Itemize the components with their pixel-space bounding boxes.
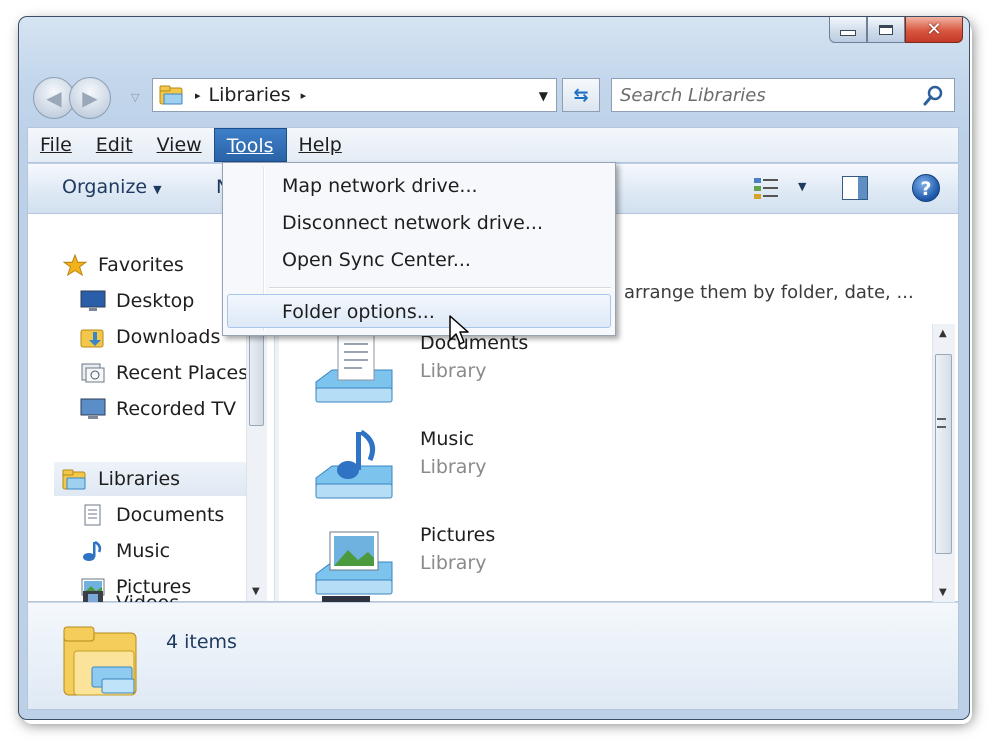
details-pane: 4 items	[27, 602, 959, 710]
forward-button[interactable]: ▶	[69, 77, 111, 119]
maximize-button[interactable]	[867, 17, 905, 43]
music-library-icon	[315, 429, 393, 499]
library-type: Library	[420, 552, 487, 574]
library-item-music[interactable]: Music Library	[312, 420, 712, 510]
menu-item-label: Disconnect network drive...	[282, 212, 543, 234]
change-view-icon[interactable]	[752, 176, 782, 200]
menu-item-folder-options[interactable]: Folder options...	[227, 294, 611, 328]
menu-view[interactable]: View	[145, 128, 214, 162]
nav-recent-places-label: Recent Places	[116, 362, 249, 384]
menu-tools[interactable]: Tools	[213, 128, 287, 162]
menu-tools-label: Tools	[226, 135, 274, 157]
downloads-folder-icon	[80, 329, 104, 348]
libraries-icon	[62, 469, 86, 490]
refresh-button[interactable]: ⇆	[562, 78, 600, 112]
address-child-arrow-icon[interactable]: ▸	[301, 89, 307, 102]
nav-recorded-tv[interactable]: Recorded TV	[80, 392, 236, 426]
nav-libraries[interactable]: Libraries	[54, 462, 266, 496]
menu-item-map-network-drive[interactable]: Map network drive...	[227, 169, 611, 203]
menu-item-disconnect-network-drive[interactable]: Disconnect network drive...	[227, 206, 611, 240]
close-button[interactable]: ✕	[905, 17, 963, 43]
main-scroll-thumb[interactable]	[935, 354, 952, 554]
library-name: Music	[420, 428, 475, 450]
library-type: Library	[420, 360, 487, 382]
hand-cursor-icon	[449, 315, 469, 345]
main-scrollbar[interactable]: ▲ ▼	[932, 324, 955, 602]
nav-favorites-label: Favorites	[98, 254, 184, 276]
scroll-down-arrow-icon[interactable]: ▼	[939, 587, 947, 598]
maximize-icon	[879, 24, 893, 35]
libraries-large-icon	[63, 626, 137, 696]
scroll-down-arrow-icon[interactable]: ▼	[252, 586, 260, 597]
preview-pane-icon[interactable]	[842, 176, 868, 200]
address-crumb-libraries[interactable]: Libraries	[209, 84, 291, 106]
menu-file-label: File	[40, 134, 72, 156]
music-note-icon	[83, 540, 102, 561]
nav-desktop[interactable]: Desktop	[80, 284, 194, 318]
library-item-documents[interactable]: Documents Library	[312, 324, 712, 414]
menu-separator	[269, 287, 611, 289]
library-list: Documents Library Music Library Pictures…	[282, 324, 932, 602]
star-icon	[62, 254, 88, 276]
menu-help[interactable]: Help	[287, 128, 354, 162]
scroll-grip-icon	[937, 418, 946, 428]
nav-documents-label: Documents	[116, 504, 225, 526]
nav-downloads[interactable]: Downloads	[80, 320, 220, 354]
arrange-by-hint: arrange them by folder, date, ...	[624, 282, 914, 303]
menu-item-label: Open Sync Center...	[282, 249, 471, 271]
recent-places-icon	[81, 363, 105, 383]
refresh-icon: ⇆	[573, 84, 589, 106]
address-separator-icon[interactable]: ▸	[195, 89, 201, 102]
pictures-library-icon	[315, 531, 393, 595]
close-icon: ✕	[926, 18, 942, 40]
forward-arrow-icon: ▶	[82, 86, 98, 110]
chevron-down-icon: ▼	[153, 183, 162, 196]
search-input[interactable]	[618, 82, 912, 108]
menu-file[interactable]: File	[28, 128, 84, 162]
nav-desktop-label: Desktop	[116, 290, 195, 312]
nav-documents[interactable]: Documents	[80, 498, 224, 532]
search-icon[interactable]	[922, 85, 944, 107]
library-type: Library	[420, 456, 487, 478]
help-icon[interactable]: ?	[912, 174, 940, 202]
search-box	[611, 78, 955, 112]
nav-recent-places[interactable]: Recent Places	[80, 356, 248, 390]
menu-help-label: Help	[298, 134, 342, 156]
menu-bar: File Edit View Tools Help	[27, 127, 959, 163]
recorded-tv-icon	[80, 398, 106, 419]
library-name: Pictures	[420, 524, 496, 546]
nav-libraries-label: Libraries	[98, 468, 181, 490]
library-item-pictures[interactable]: Pictures Library	[312, 516, 712, 606]
organize-button[interactable]: Organize ▼	[62, 176, 162, 198]
address-bar[interactable]: ▸ Libraries ▸ ▼	[152, 78, 557, 112]
tools-menu: Map network drive... Disconnect network …	[222, 162, 616, 336]
nav-favorites[interactable]: Favorites	[62, 248, 184, 282]
view-options-dropdown-icon[interactable]: ▼	[798, 180, 806, 193]
back-arrow-icon: ◀	[46, 86, 62, 110]
item-count: 4 items	[166, 631, 237, 653]
documents-library-icon	[315, 333, 393, 403]
menu-edit[interactable]: Edit	[84, 128, 145, 162]
nav-music-label: Music	[116, 540, 171, 562]
explorer-window: ✕ ◀ ▶ ▽ ▸ Libraries ▸ ▼ ⇆ File Edit	[18, 16, 970, 720]
document-icon	[84, 504, 101, 526]
menu-item-label: Folder options...	[282, 301, 435, 323]
libraries-folder-icon	[159, 85, 183, 105]
recent-pages-dropdown[interactable]: ▽	[131, 91, 139, 104]
minimize-button[interactable]	[829, 17, 867, 43]
address-history-dropdown-icon[interactable]: ▼	[539, 89, 548, 103]
menu-item-open-sync-center[interactable]: Open Sync Center...	[227, 243, 611, 277]
nav-downloads-label: Downloads	[116, 326, 221, 348]
nav-recorded-tv-label: Recorded TV	[116, 398, 237, 420]
menu-item-label: Map network drive...	[282, 175, 478, 197]
menu-edit-label: Edit	[95, 134, 133, 156]
organize-label: Organize	[62, 176, 148, 198]
caption-buttons: ✕	[829, 17, 963, 49]
minimize-icon	[840, 29, 856, 36]
desktop-icon	[80, 290, 106, 311]
navigation-row: ◀ ▶ ▽ ▸ Libraries ▸ ▼ ⇆	[19, 73, 969, 121]
menu-view-label: View	[156, 134, 202, 156]
nav-music[interactable]: Music	[80, 534, 170, 568]
scroll-up-arrow-icon[interactable]: ▲	[939, 328, 947, 339]
